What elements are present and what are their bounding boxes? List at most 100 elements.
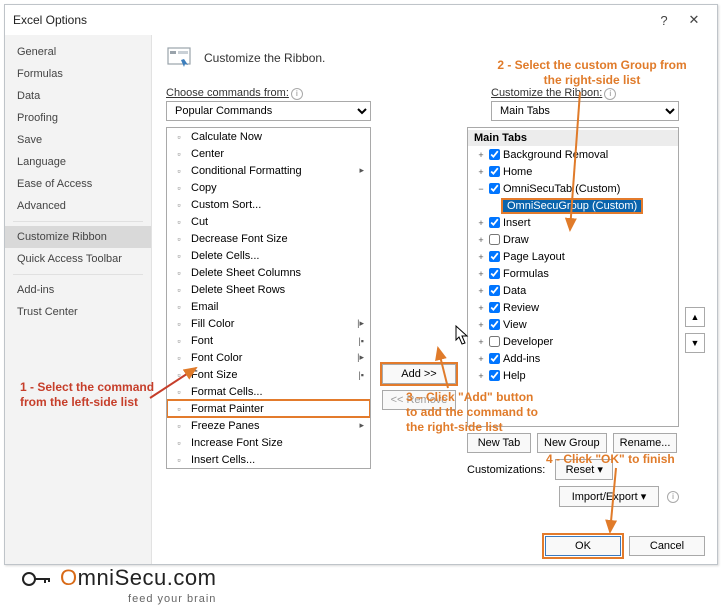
cancel-button[interactable]: Cancel: [629, 536, 705, 556]
command-item[interactable]: ▫Font|▪: [167, 332, 370, 349]
command-icon: ▫: [171, 385, 187, 399]
sidebar-category[interactable]: Add-ins: [5, 279, 151, 301]
info-icon[interactable]: i: [604, 88, 616, 100]
reset-button[interactable]: Reset ▾: [555, 459, 613, 480]
tree-checkbox[interactable]: [489, 268, 500, 279]
command-icon: ▫: [171, 351, 187, 365]
command-item[interactable]: ▫Fill Color|▸: [167, 315, 370, 332]
tree-node[interactable]: +Background Removal: [468, 146, 678, 163]
heading-text: Customize the Ribbon.: [204, 51, 325, 65]
customize-ribbon-combo[interactable]: Main Tabs: [491, 101, 679, 121]
command-icon: ▫: [171, 300, 187, 314]
ribbon-tree[interactable]: Main Tabs +Background Removal+Home−OmniS…: [467, 127, 679, 427]
import-export-button[interactable]: Import/Export ▾: [559, 486, 659, 507]
sidebar-category[interactable]: Advanced: [5, 195, 151, 217]
command-item[interactable]: ▫Font Size|▪: [167, 366, 370, 383]
tree-checkbox[interactable]: [489, 149, 500, 160]
move-up-button[interactable]: ▲: [685, 307, 705, 327]
tree-node[interactable]: +Formulas: [468, 265, 678, 282]
tree-node[interactable]: +Help: [468, 367, 678, 384]
tree-checkbox[interactable]: [489, 319, 500, 330]
command-icon: ▫: [171, 317, 187, 331]
command-icon: ▫: [171, 402, 187, 416]
command-icon: ▫: [171, 453, 187, 467]
tree-checkbox[interactable]: [489, 302, 500, 313]
main-panel: Customize the Ribbon. Choose commands fr…: [152, 35, 717, 564]
window-title: Excel Options: [13, 13, 649, 27]
tree-node[interactable]: +Insert: [468, 214, 678, 231]
tree-checkbox[interactable]: [489, 183, 500, 194]
command-item[interactable]: ▫Cut: [167, 213, 370, 230]
move-down-button[interactable]: ▼: [685, 333, 705, 353]
command-icon: ▫: [171, 130, 187, 144]
tree-node[interactable]: +Review: [468, 299, 678, 316]
excel-options-dialog: Excel Options ? ✕ GeneralFormulasDataPro…: [4, 4, 718, 565]
info-icon[interactable]: i: [291, 88, 303, 100]
sidebar-category[interactable]: Language: [5, 151, 151, 173]
add-button[interactable]: Add >>: [382, 364, 456, 384]
command-item[interactable]: ▫Decrease Font Size: [167, 230, 370, 247]
tree-checkbox[interactable]: [489, 370, 500, 381]
command-icon: ▫: [171, 283, 187, 297]
command-item[interactable]: ▫Increase Font Size: [167, 434, 370, 451]
tree-node[interactable]: +Developer: [468, 333, 678, 350]
sidebar-category[interactable]: Formulas: [5, 63, 151, 85]
command-item[interactable]: ▫Custom Sort...: [167, 196, 370, 213]
tree-node[interactable]: +View: [468, 316, 678, 333]
tree-node[interactable]: +Page Layout: [468, 248, 678, 265]
tree-checkbox[interactable]: [489, 217, 500, 228]
sidebar-category[interactable]: Proofing: [5, 107, 151, 129]
tree-checkbox[interactable]: [489, 336, 500, 347]
command-item[interactable]: ▫Format Cells...: [167, 383, 370, 400]
command-item[interactable]: ▫Center: [167, 145, 370, 162]
commands-listbox[interactable]: ▫Calculate Now▫Center▫Conditional Format…: [166, 127, 371, 469]
tree-node[interactable]: OmniSecuGroup (Custom): [468, 197, 678, 214]
command-icon: ▫: [171, 181, 187, 195]
command-item[interactable]: ▫Delete Sheet Rows: [167, 281, 370, 298]
command-item[interactable]: ▫Insert Function...: [167, 468, 370, 469]
command-icon: ▫: [171, 249, 187, 263]
choose-commands-combo[interactable]: Popular Commands: [166, 101, 371, 121]
tree-node[interactable]: −OmniSecuTab (Custom): [468, 180, 678, 197]
tree-node[interactable]: +Draw: [468, 231, 678, 248]
tree-node[interactable]: +Data: [468, 282, 678, 299]
new-tab-button[interactable]: New Tab: [467, 433, 531, 453]
titlebar: Excel Options ? ✕: [5, 5, 717, 35]
command-item[interactable]: ▫Delete Cells...: [167, 247, 370, 264]
customize-ribbon-label: Customize the Ribbon:: [491, 87, 602, 99]
command-item[interactable]: ▫Format Painter: [167, 400, 370, 417]
sidebar-category[interactable]: Customize Ribbon: [5, 226, 151, 248]
tree-checkbox[interactable]: [489, 285, 500, 296]
omnisecu-logo: OmniSecu.com feed your brain: [22, 565, 216, 605]
sidebar-category[interactable]: Trust Center: [5, 301, 151, 323]
help-button[interactable]: ?: [649, 9, 679, 31]
tree-node[interactable]: +Home: [468, 163, 678, 180]
sidebar-category[interactable]: Quick Access Toolbar: [5, 248, 151, 270]
command-item[interactable]: ▫Delete Sheet Columns: [167, 264, 370, 281]
close-button[interactable]: ✕: [679, 9, 709, 31]
sidebar-category[interactable]: Ease of Access: [5, 173, 151, 195]
command-item[interactable]: ▫Calculate Now: [167, 128, 370, 145]
new-group-button[interactable]: New Group: [537, 433, 607, 453]
ok-button[interactable]: OK: [545, 536, 621, 556]
info-icon[interactable]: i: [667, 491, 679, 503]
command-item[interactable]: ▫Conditional Formatting▸: [167, 162, 370, 179]
sidebar-category[interactable]: General: [5, 41, 151, 63]
rename-button[interactable]: Rename...: [613, 433, 678, 453]
tree-header: Main Tabs: [468, 130, 678, 146]
command-item[interactable]: ▫Font Color|▸: [167, 349, 370, 366]
sidebar-category[interactable]: Save: [5, 129, 151, 151]
sidebar-category[interactable]: Data: [5, 85, 151, 107]
tree-checkbox[interactable]: [489, 166, 500, 177]
command-icon: ▫: [171, 419, 187, 433]
command-item[interactable]: ▫Freeze Panes▸: [167, 417, 370, 434]
command-item[interactable]: ▫Insert Cells...: [167, 451, 370, 468]
tree-checkbox[interactable]: [489, 234, 500, 245]
command-item[interactable]: ▫Email: [167, 298, 370, 315]
command-item[interactable]: ▫Copy: [167, 179, 370, 196]
command-icon: ▫: [171, 164, 187, 178]
remove-button[interactable]: << Remove: [382, 390, 456, 410]
tree-checkbox[interactable]: [489, 251, 500, 262]
tree-node[interactable]: +Add-ins: [468, 350, 678, 367]
tree-checkbox[interactable]: [489, 353, 500, 364]
